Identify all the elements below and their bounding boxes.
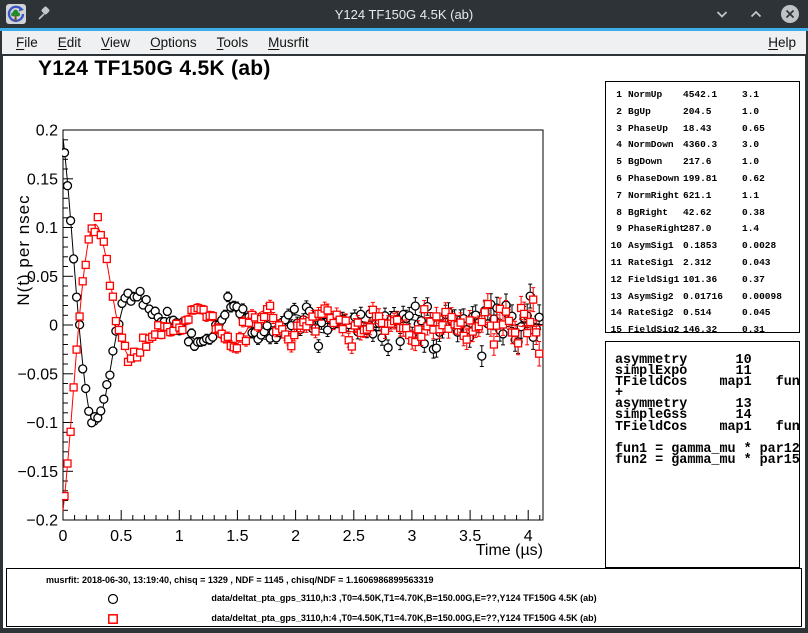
svg-text:1: 1 [175, 528, 184, 545]
param-name: PhaseDown [628, 171, 677, 188]
param-err: 1.0 [742, 104, 799, 121]
param-err: 3.1 [742, 87, 799, 104]
param-val: 146.32 [683, 322, 736, 333]
pad-title: Y124 TF150G 4.5K (ab) [38, 57, 271, 81]
param-val: 0.1853 [683, 238, 736, 255]
status-line: musrfit: 2018-06-30, 13:19:40, chisq = 1… [46, 575, 433, 585]
svg-text:0.15: 0.15 [27, 171, 58, 188]
param-val: 4542.1 [683, 87, 736, 104]
svg-text:2: 2 [291, 528, 300, 545]
param-idx: 4 [608, 137, 622, 154]
legend-label: data/deltat_pta_gps_3110,h:3 ,T0=4.50K,T… [7, 593, 801, 603]
param-val: 204.5 [683, 104, 736, 121]
param-val: 4360.3 [683, 137, 736, 154]
param-name: AsymSig2 [628, 289, 677, 306]
param-val: 18.43 [683, 121, 736, 138]
param-name: RateSig2 [628, 305, 677, 322]
svg-text:0.5: 0.5 [110, 528, 132, 545]
param-idx: 15 [608, 322, 622, 333]
param-err: 1.1 [742, 188, 799, 205]
param-idx: 7 [608, 188, 622, 205]
svg-text:0.1: 0.1 [36, 220, 58, 237]
param-idx: 14 [608, 305, 622, 322]
param-box: 1 NormUp 4542.1 3.1 2 BgUp 204.5 1.0 3 PhaseUp 18.… [605, 81, 800, 333]
legend-row: data/deltat_pta_gps_3110,h:4 ,T0=4.50K,T… [7, 613, 801, 627]
param-err: 0.62 [742, 171, 799, 188]
param-name: FieldSig1 [628, 272, 677, 289]
param-name: NormUp [628, 87, 677, 104]
svg-text:−0.05: −0.05 [18, 366, 59, 383]
svg-text:2.5: 2.5 [343, 528, 365, 545]
param-name: FieldSig2 [628, 322, 677, 333]
param-err: 0.37 [742, 272, 799, 289]
svg-text:0: 0 [49, 318, 58, 335]
param-idx: 8 [608, 205, 622, 222]
param-err: 0.045 [742, 305, 799, 322]
svg-text:1.5: 1.5 [226, 528, 248, 545]
param-val: 2.312 [683, 255, 736, 272]
param-idx: 13 [608, 289, 622, 306]
svg-text:−0.15: −0.15 [18, 464, 59, 481]
param-idx: 3 [608, 121, 622, 138]
svg-text:−0.1: −0.1 [26, 415, 58, 432]
param-name: BgUp [628, 104, 677, 121]
param-name: PhaseUp [628, 121, 677, 138]
param-name: AsymSig1 [628, 238, 677, 255]
stats-box: musrfit: 2018-06-30, 13:19:40, chisq = 1… [6, 568, 802, 627]
param-err: 3.0 [742, 137, 799, 154]
param-name: NormDown [628, 137, 677, 154]
param-idx: 5 [608, 154, 622, 171]
svg-text:Time (µs): Time (µs) [476, 542, 543, 559]
param-err: 0.00098 [742, 289, 799, 306]
param-val: 0.514 [683, 305, 736, 322]
param-idx: 6 [608, 171, 622, 188]
param-name: RateSig1 [628, 255, 677, 272]
param-name: NormRight [628, 188, 677, 205]
param-idx: 9 [608, 221, 622, 238]
theory-box: asymmetry 10 simplExpo 11 TFieldCos map1… [605, 341, 800, 568]
param-err: 1.4 [742, 221, 799, 238]
param-idx: 1 [608, 87, 622, 104]
param-name: BgDown [628, 154, 677, 171]
theory-text: asymmetry 10 simplExpo 11 TFieldCos map1… [606, 342, 799, 466]
param-val: 0.01716 [683, 289, 736, 306]
param-err: 1.0 [742, 154, 799, 171]
param-err: 0.043 [742, 255, 799, 272]
param-val: 621.1 [683, 188, 736, 205]
param-name: BgRight [628, 205, 677, 222]
legend-row: data/deltat_pta_gps_3110,h:3 ,T0=4.50K,T… [7, 593, 801, 607]
param-name: PhaseRight [628, 221, 677, 238]
param-val: 101.36 [683, 272, 736, 289]
param-err: 0.0028 [742, 238, 799, 255]
musrview-window: { "window": { "title": "Y124 TF150G 4.5K… [0, 0, 808, 633]
param-idx: 10 [608, 238, 622, 255]
svg-text:0: 0 [59, 528, 68, 545]
param-err: 0.31 [742, 322, 799, 333]
param-err: 0.38 [742, 205, 799, 222]
svg-text:N(t) per nsec: N(t) per nsec [14, 194, 33, 305]
param-idx: 2 [608, 104, 622, 121]
param-idx: 12 [608, 272, 622, 289]
legend-label: data/deltat_pta_gps_3110,h:4 ,T0=4.50K,T… [7, 613, 801, 623]
param-val: 217.6 [683, 154, 736, 171]
param-val: 199.81 [683, 171, 736, 188]
param-table: 1 NormUp 4542.1 3.1 2 BgUp 204.5 1.0 3 PhaseUp 18.… [606, 82, 799, 333]
param-idx: 11 [608, 255, 622, 272]
param-val: 42.62 [683, 205, 736, 222]
param-val: 287.0 [683, 221, 736, 238]
svg-text:3: 3 [407, 528, 416, 545]
param-err: 0.65 [742, 121, 799, 138]
svg-text:−0.2: −0.2 [26, 513, 58, 530]
svg-text:0.2: 0.2 [36, 123, 58, 140]
